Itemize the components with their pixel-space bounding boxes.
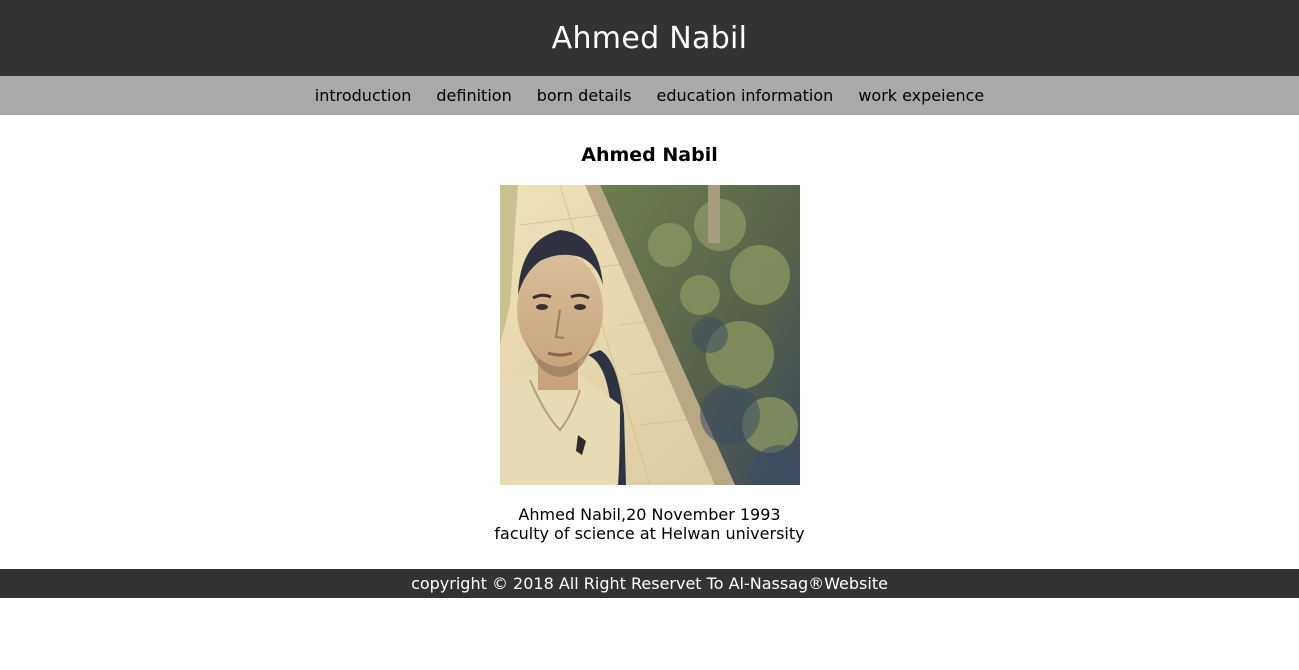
caption-education: faculty of science at Helwan university bbox=[494, 524, 805, 543]
site-title: Ahmed Nabil bbox=[551, 20, 748, 56]
nav-bar: introduction definition born details edu… bbox=[0, 76, 1299, 115]
nav-link-definition[interactable]: definition bbox=[436, 86, 511, 105]
page-heading: Ahmed Nabil bbox=[581, 144, 718, 166]
nav-link-work-experience[interactable]: work expeience bbox=[858, 86, 984, 105]
site-header: Ahmed Nabil bbox=[0, 0, 1299, 76]
main-content: Ahmed Nabil Ahmed Nabil,20 November 1993… bbox=[0, 145, 1299, 543]
nav-link-introduction[interactable]: introduction bbox=[315, 86, 412, 105]
caption-name-birthdate: Ahmed Nabil,20 November 1993 bbox=[518, 505, 781, 524]
nav-link-born-details[interactable]: born details bbox=[537, 86, 632, 105]
profile-photo bbox=[499, 185, 800, 485]
site-footer: copyright © 2018 All Right Reservet To A… bbox=[0, 569, 1299, 598]
profile-caption: Ahmed Nabil,20 November 1993 faculty of … bbox=[0, 505, 1299, 543]
copyright-text: copyright © 2018 All Right Reservet To A… bbox=[411, 574, 888, 593]
nav-link-education-information[interactable]: education information bbox=[656, 86, 833, 105]
